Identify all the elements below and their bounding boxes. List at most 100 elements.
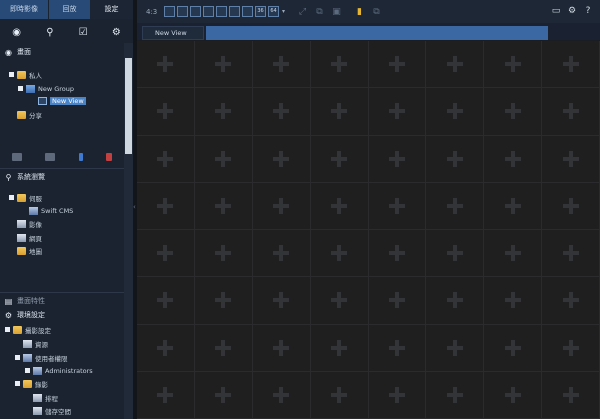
chevron-left-icon[interactable]: ‹ xyxy=(133,203,136,211)
camera-slot[interactable] xyxy=(137,182,195,230)
expander-icon[interactable] xyxy=(18,86,23,91)
camera-slot[interactable] xyxy=(484,182,543,230)
camera-slot[interactable] xyxy=(542,135,600,183)
tree-item[interactable]: 伺服 xyxy=(9,192,42,203)
camera-slot[interactable] xyxy=(137,230,195,278)
layout-3x3-button[interactable] xyxy=(190,6,201,17)
camera-slot[interactable] xyxy=(310,277,369,325)
camera-slot[interactable] xyxy=(194,41,253,89)
camera-slot[interactable] xyxy=(426,324,485,372)
help-icon[interactable]: ? xyxy=(583,6,593,16)
camera-slot[interactable] xyxy=(368,135,427,183)
tree-item[interactable]: Swift CMS xyxy=(29,205,73,216)
expander-icon[interactable] xyxy=(15,381,20,386)
tab-live[interactable]: 即時影像 xyxy=(0,0,48,19)
view-panel-header[interactable]: ◉ 畫面 xyxy=(0,46,124,58)
camera-slot[interactable] xyxy=(252,230,311,278)
camera-slot[interactable] xyxy=(194,324,253,372)
camera-slot[interactable] xyxy=(310,182,369,230)
camera-slot[interactable] xyxy=(484,324,543,372)
camera-slot[interactable] xyxy=(426,88,485,136)
camera-slot[interactable] xyxy=(137,41,195,89)
expander-icon[interactable] xyxy=(15,355,20,360)
copy-icon[interactable]: ▣ xyxy=(331,6,342,17)
camera-slot[interactable] xyxy=(542,324,600,372)
camera-slot[interactable] xyxy=(252,182,311,230)
camera-slot[interactable] xyxy=(426,230,485,278)
tree-item[interactable]: 錄影 xyxy=(15,378,48,389)
camera-slot[interactable] xyxy=(252,277,311,325)
camera-slot[interactable] xyxy=(484,230,543,278)
gear-icon[interactable]: ⚙ xyxy=(567,6,577,16)
layout-64-button[interactable]: 64 xyxy=(268,6,279,17)
camera-slot[interactable] xyxy=(426,371,485,419)
layout-1p7-button[interactable] xyxy=(216,6,227,17)
camera-slot[interactable] xyxy=(194,277,253,325)
camera-slot[interactable] xyxy=(542,88,600,136)
tree-item[interactable]: 使用者權限 xyxy=(15,352,68,363)
camera-slot[interactable] xyxy=(194,230,253,278)
camera-slot[interactable] xyxy=(310,371,369,419)
expander-icon[interactable] xyxy=(9,72,14,77)
view-settings-icon[interactable]: ◉ xyxy=(10,25,24,39)
camera-slot[interactable] xyxy=(194,88,253,136)
window-icon[interactable]: ⧉ xyxy=(371,6,382,17)
camera-slot[interactable] xyxy=(252,371,311,419)
camera-slot[interactable] xyxy=(368,277,427,325)
camera-slot[interactable] xyxy=(252,135,311,183)
tree-item[interactable]: 地圖 xyxy=(17,245,42,256)
new-view-icon[interactable] xyxy=(45,153,56,161)
layout-1x1-button[interactable] xyxy=(164,6,175,17)
camera-slot[interactable] xyxy=(368,230,427,278)
camera-slot[interactable] xyxy=(426,135,485,183)
camera-slot[interactable] xyxy=(484,371,543,419)
camera-slot[interactable] xyxy=(137,277,195,325)
system-panel-header[interactable]: ⚲ 系統瀏覽 xyxy=(0,171,124,183)
camera-slot[interactable] xyxy=(484,41,543,89)
layout-36-button[interactable]: 36 xyxy=(255,6,266,17)
camera-slot[interactable] xyxy=(426,182,485,230)
tree-item-selected[interactable]: New View xyxy=(38,95,86,106)
tree-item[interactable]: 資源 xyxy=(23,338,48,349)
gear-icon[interactable]: ⚙ xyxy=(109,25,123,39)
tab-playback[interactable]: 回放 xyxy=(48,0,90,19)
monitor-icon[interactable]: ▭ xyxy=(551,6,561,16)
camera-slot[interactable] xyxy=(368,324,427,372)
camera-slot[interactable] xyxy=(542,41,600,89)
camera-slot[interactable] xyxy=(310,135,369,183)
delete-icon[interactable] xyxy=(106,153,113,161)
camera-slot[interactable] xyxy=(426,41,485,89)
tree-item[interactable]: 排程 xyxy=(33,392,58,403)
camera-slot[interactable] xyxy=(542,371,600,419)
camera-slot[interactable] xyxy=(368,41,427,89)
layout-1p5-button[interactable] xyxy=(203,6,214,17)
camera-slot[interactable] xyxy=(310,41,369,89)
camera-slot[interactable] xyxy=(252,41,311,89)
camera-slot[interactable] xyxy=(368,182,427,230)
tree-item[interactable]: 攝影設定 xyxy=(5,324,51,335)
layout-2x2-button[interactable] xyxy=(177,6,188,17)
camera-slot[interactable] xyxy=(137,324,195,372)
camera-slot[interactable] xyxy=(484,277,543,325)
rename-icon[interactable] xyxy=(78,153,83,161)
camera-slot[interactable] xyxy=(252,324,311,372)
camera-slot[interactable] xyxy=(542,277,600,325)
tree-item[interactable]: 網頁 xyxy=(17,232,42,243)
network-icon[interactable]: ⚲ xyxy=(43,25,57,39)
swap-icon[interactable]: ⧉ xyxy=(314,6,325,17)
layout-1p12-button[interactable] xyxy=(242,6,253,17)
expander-icon[interactable] xyxy=(9,195,14,200)
env-panel-header[interactable]: ⚙ 環境設定 xyxy=(0,309,124,321)
tree-item[interactable]: Administrators xyxy=(25,365,93,376)
camera-slot[interactable] xyxy=(194,182,253,230)
camera-slot[interactable] xyxy=(484,88,543,136)
expander-icon[interactable] xyxy=(5,327,10,332)
camera-slot[interactable] xyxy=(194,135,253,183)
tree-item[interactable]: 私人 xyxy=(9,69,42,80)
new-group-icon[interactable] xyxy=(11,153,22,161)
camera-slot[interactable] xyxy=(194,371,253,419)
camera-slot[interactable] xyxy=(310,88,369,136)
tree-item[interactable]: 分享 xyxy=(17,109,42,120)
camera-slot[interactable] xyxy=(542,230,600,278)
camera-slot[interactable] xyxy=(137,371,195,419)
